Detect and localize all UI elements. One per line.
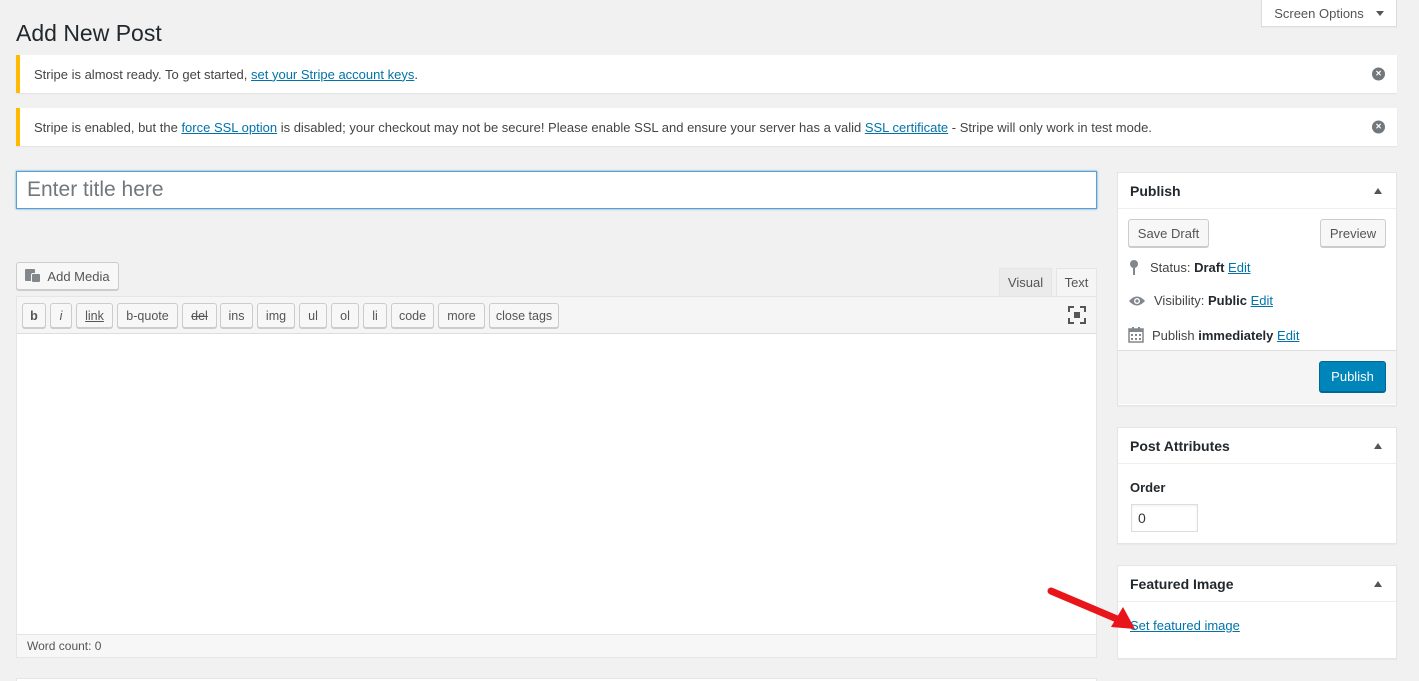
chevron-up-icon[interactable] xyxy=(1374,443,1382,449)
visibility-edit-link[interactable]: Edit xyxy=(1251,293,1273,308)
publish-actions: Publish xyxy=(1118,350,1396,404)
publish-box-header[interactable]: Publish xyxy=(1118,173,1396,209)
chevron-up-icon[interactable] xyxy=(1374,188,1382,194)
chevron-down-icon xyxy=(1375,10,1384,16)
page-title: Add New Post xyxy=(16,20,162,46)
tab-visual[interactable]: Visual xyxy=(999,268,1052,296)
quicktag-ol[interactable]: ol xyxy=(331,303,359,328)
featured-image-title: Featured Image xyxy=(1130,575,1234,592)
post-attributes-box: Post Attributes Order xyxy=(1117,427,1397,544)
post-title-input[interactable] xyxy=(16,171,1097,209)
quicktag-close-tags[interactable]: close tags xyxy=(489,303,559,328)
quicktag-ins[interactable]: ins xyxy=(220,303,253,328)
quicktag-code[interactable]: code xyxy=(391,303,434,328)
status-row: Status: Draft Edit xyxy=(1128,259,1250,275)
preview-button[interactable]: Preview xyxy=(1320,219,1386,247)
close-circle-icon[interactable]: × xyxy=(1372,120,1385,134)
quicktag-b-quote[interactable]: b-quote xyxy=(117,303,178,328)
word-count: Word count: 0 xyxy=(17,634,1096,657)
screen-options-button[interactable]: Screen Options xyxy=(1261,0,1397,27)
quicktag-li[interactable]: li xyxy=(363,303,387,328)
schedule-row: Publish immediately Edit xyxy=(1128,327,1299,343)
visibility-value: Public xyxy=(1207,293,1247,308)
set-featured-image-link[interactable]: Set featured image xyxy=(1130,618,1240,633)
visibility-row: Visibility: Public Edit xyxy=(1128,293,1273,308)
status-edit-link[interactable]: Edit xyxy=(1228,260,1250,275)
quicktag-bold[interactable]: b xyxy=(22,303,46,328)
publish-box: Publish Save Draft Preview Status: Draft… xyxy=(1117,172,1397,406)
stripe-notice-ssl: Stripe is enabled, but the force SSL opt… xyxy=(16,108,1397,146)
notice-text: Stripe is enabled, but the force SSL opt… xyxy=(34,119,1152,135)
force-ssl-link[interactable]: force SSL option xyxy=(181,120,277,135)
pin-icon xyxy=(1130,260,1138,275)
status-value: Draft xyxy=(1194,259,1225,275)
screen-options-label: Screen Options xyxy=(1274,5,1364,21)
publish-box-title: Publish xyxy=(1130,182,1181,199)
tab-text[interactable]: Text xyxy=(1056,268,1097,296)
stripe-notice-keys: Stripe is almost ready. To get started, … xyxy=(16,55,1397,93)
calendar-icon xyxy=(1128,327,1144,343)
quicktag-img[interactable]: img xyxy=(257,303,295,328)
arrow-annotation xyxy=(1047,587,1135,629)
fullscreen-icon[interactable] xyxy=(1068,306,1086,324)
order-label: Order xyxy=(1130,480,1166,495)
quicktag-more[interactable]: more xyxy=(438,303,485,328)
quicktag-del[interactable]: del xyxy=(182,303,217,328)
quicktag-link[interactable]: link xyxy=(76,303,113,328)
save-draft-button[interactable]: Save Draft xyxy=(1128,219,1209,247)
add-media-label: Add Media xyxy=(47,268,110,284)
schedule-value: immediately xyxy=(1198,327,1274,343)
media-icon xyxy=(25,269,42,283)
schedule-edit-link[interactable]: Edit xyxy=(1277,328,1299,343)
post-attributes-header[interactable]: Post Attributes xyxy=(1118,428,1396,464)
quicktag-ul[interactable]: ul xyxy=(299,303,327,328)
publish-button[interactable]: Publish xyxy=(1319,361,1386,392)
content-textarea[interactable] xyxy=(17,334,1096,634)
post-attributes-title: Post Attributes xyxy=(1130,437,1230,454)
eye-icon xyxy=(1129,296,1145,305)
featured-image-box: Featured Image Set featured image xyxy=(1117,565,1397,659)
close-circle-icon[interactable]: × xyxy=(1372,67,1385,81)
ssl-certificate-link[interactable]: SSL certificate xyxy=(865,120,948,135)
chevron-up-icon[interactable] xyxy=(1374,581,1382,587)
add-media-button[interactable]: Add Media xyxy=(16,262,119,290)
featured-image-header[interactable]: Featured Image xyxy=(1118,566,1396,602)
order-input[interactable] xyxy=(1131,504,1198,532)
notice-text: Stripe is almost ready. To get started, … xyxy=(34,66,418,82)
stripe-keys-link[interactable]: set your Stripe account keys xyxy=(251,67,414,82)
quicktag-italic[interactable]: i xyxy=(50,303,72,328)
